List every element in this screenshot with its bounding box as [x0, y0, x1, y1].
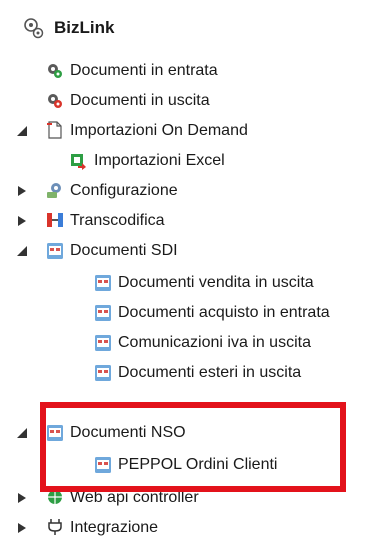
tree-item-label: Documenti SDI	[70, 242, 178, 259]
plug-icon	[46, 518, 64, 536]
tree-node-web-api-controller[interactable]: Web api controller	[0, 485, 380, 511]
tree-item-label: Documenti esteri in uscita	[118, 364, 302, 381]
tree-node-importazioni-on-demand[interactable]: Importazioni On Demand	[0, 118, 380, 144]
collapsed-arrow-icon[interactable]	[14, 490, 30, 506]
expanded-arrow-icon[interactable]	[14, 123, 30, 139]
tree-item-label: Comunicazioni iva in uscita	[118, 334, 311, 351]
collapsed-arrow-icon[interactable]	[14, 520, 30, 536]
tree-root-label: BizLink	[54, 18, 115, 37]
tree-node-peppol-ordini-clienti[interactable]: PEPPOL Ordini Clienti	[0, 452, 380, 478]
excel-import-icon	[70, 152, 88, 170]
tree-item-label: Documenti vendita in uscita	[118, 274, 314, 291]
tree-node-documenti-acquisto-in-entrata[interactable]: Documenti acquisto in entrata	[0, 300, 380, 326]
web-api-icon	[46, 488, 64, 506]
tree-node-documenti-in-uscita[interactable]: Documenti in uscita	[0, 88, 380, 114]
tree-item-label: Transcodifica	[70, 212, 165, 229]
document-list-icon	[94, 334, 112, 352]
collapsed-arrow-icon[interactable]	[14, 213, 30, 229]
expanded-arrow-icon[interactable]	[14, 425, 30, 441]
tree-node-documenti-in-entrata[interactable]: Documenti in entrata	[0, 58, 380, 84]
collapsed-arrow-icon[interactable]	[14, 183, 30, 199]
document-list-icon	[94, 304, 112, 322]
tree-item-label: Configurazione	[70, 182, 178, 199]
tree-item-label: Integrazione	[70, 519, 159, 536]
document-list-icon	[94, 274, 112, 292]
transcode-icon	[46, 211, 64, 229]
tree-item-label: Importazioni Excel	[94, 152, 225, 169]
file-import-icon	[46, 121, 64, 139]
tree-node-integrazione[interactable]: Integrazione	[0, 515, 380, 541]
tree-node-documenti-vendita-in-uscita[interactable]: Documenti vendita in uscita	[0, 270, 380, 296]
tree-item-label: Documenti acquisto in entrata	[118, 304, 330, 321]
tree-node-documenti-sdi[interactable]: Documenti SDI	[0, 238, 380, 264]
expanded-arrow-icon[interactable]	[14, 243, 30, 259]
tree-item-label: Importazioni On Demand	[70, 122, 248, 139]
tree-node-documenti-nso[interactable]: Documenti NSO	[0, 420, 380, 446]
bizlink-gears-icon	[22, 16, 46, 40]
sdi-folder-icon	[46, 242, 64, 260]
highlight-annotation-box	[40, 402, 346, 492]
tree-node-bizlink[interactable]: BizLink	[0, 14, 380, 40]
document-list-icon	[94, 364, 112, 382]
configuration-gear-icon	[46, 181, 64, 199]
tree-item-label: PEPPOL Ordini Clienti	[118, 456, 278, 473]
tree-node-importazioni-excel[interactable]: Importazioni Excel	[0, 148, 380, 174]
document-in-icon	[46, 62, 64, 80]
tree-item-label: Documenti in uscita	[70, 92, 210, 109]
document-list-icon	[94, 456, 112, 474]
tree-node-transcodifica[interactable]: Transcodifica	[0, 208, 380, 234]
tree-item-label: Documenti NSO	[70, 424, 186, 441]
nso-folder-icon	[46, 424, 64, 442]
tree-node-documenti-esteri-in-uscita[interactable]: Documenti esteri in uscita	[0, 360, 380, 386]
tree-node-comunicazioni-iva-in-uscita[interactable]: Comunicazioni iva in uscita	[0, 330, 380, 356]
tree-item-label: Documenti in entrata	[70, 62, 218, 79]
tree-node-configurazione[interactable]: Configurazione	[0, 178, 380, 204]
document-out-icon	[46, 92, 64, 110]
tree-item-label: Web api controller	[70, 489, 199, 506]
